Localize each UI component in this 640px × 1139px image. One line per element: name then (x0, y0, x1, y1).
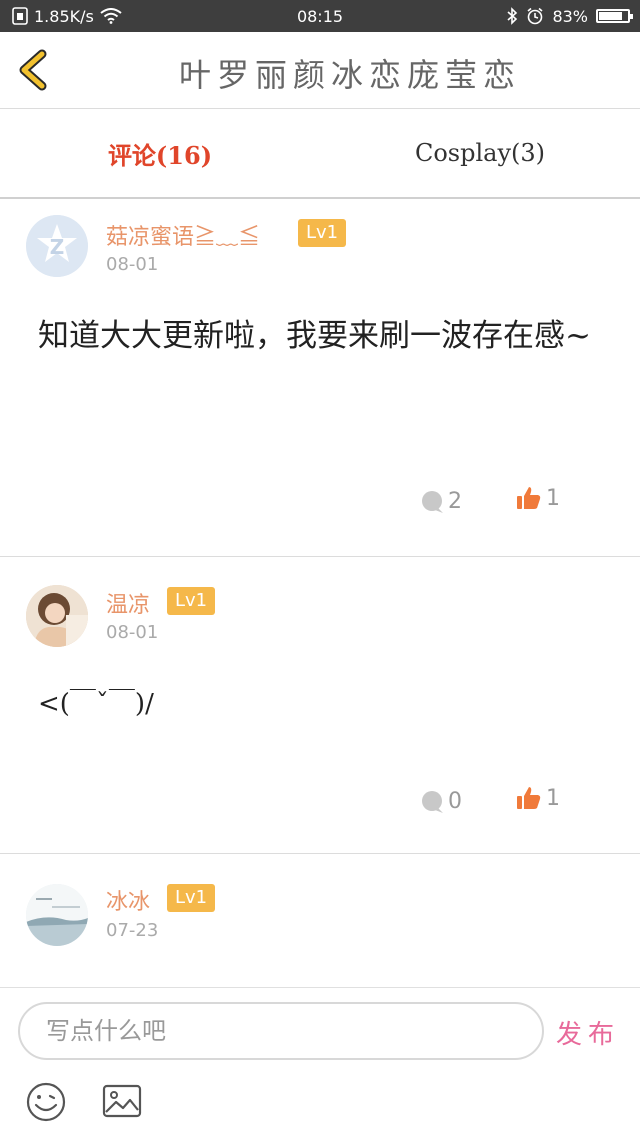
image-icon[interactable] (100, 1080, 144, 1124)
comment-text: 知道大大更新啦，我要来刷一波存在感~ (38, 318, 591, 354)
comment-item: Z 菇凉蜜语≧﹏≦ Lv1 08-01 知道大大更新啦，我要来刷一波存在感~ 2… (0, 199, 640, 557)
page-title: 叶罗丽颜冰恋庞莹恋 (178, 56, 521, 94)
battery-icon (596, 9, 633, 23)
reply-action[interactable]: 2 (420, 489, 462, 514)
reply-count: 2 (448, 489, 462, 514)
tab-cosplay[interactable]: Cosplay(3) (320, 109, 640, 197)
chevron-left-icon[interactable] (12, 46, 60, 94)
level-badge: Lv1 (167, 884, 216, 912)
comment-item: 温凉 Lv1 08-01 <(￣ˇ￣)/ 0 1 (0, 557, 640, 854)
thumbs-up-icon (517, 787, 541, 809)
bluetooth-icon (507, 7, 518, 25)
comment-composer: 发布 (0, 987, 640, 1139)
comment-date: 08-01 (106, 622, 159, 643)
battery-percent: 83% (552, 6, 588, 26)
comment-input[interactable] (18, 1002, 544, 1060)
svg-text:Z: Z (50, 235, 65, 259)
logo-avatar-icon: Z (26, 215, 88, 277)
like-action[interactable]: 1 (516, 785, 560, 811)
status-bar: 1.85K/s 08:15 83% (0, 0, 640, 32)
tab-bar: 评论(16) Cosplay(3) (0, 109, 640, 199)
avatar[interactable] (26, 585, 88, 647)
like-count: 1 (546, 785, 560, 811)
username[interactable]: 菇凉蜜语≧﹏≦ (106, 219, 260, 251)
level-badge: Lv1 (298, 219, 347, 247)
thumbs-up-icon (517, 487, 541, 509)
comment-list: Z 菇凉蜜语≧﹏≦ Lv1 08-01 知道大大更新啦，我要来刷一波存在感~ 2… (0, 199, 640, 987)
comment-item: 冰冰 Lv1 07-23 (0, 854, 640, 987)
comment-date: 08-01 (106, 254, 159, 275)
avatar[interactable]: Z (26, 215, 88, 277)
status-right: 83% (506, 0, 633, 32)
comment-date: 07-23 (106, 920, 159, 941)
girl-photo-avatar-icon (26, 585, 88, 647)
send-button[interactable]: 发布 (556, 1014, 620, 1051)
avatar[interactable] (26, 884, 88, 946)
reply-action[interactable]: 0 (420, 789, 462, 814)
username[interactable]: 冰冰 (106, 884, 150, 916)
like-count: 1 (546, 485, 560, 511)
smiley-icon[interactable] (24, 1080, 68, 1124)
app-header: 叶罗丽颜冰恋庞莹恋 (0, 32, 640, 109)
battery-fill (599, 12, 622, 20)
like-action[interactable]: 1 (516, 485, 560, 511)
reply-count: 0 (448, 789, 462, 814)
comment-bubble-icon (422, 490, 443, 513)
comment-text: <(￣ˇ￣)/ (38, 689, 154, 719)
comment-bubble-icon (422, 790, 443, 813)
alarm-icon (527, 7, 543, 25)
tab-comments[interactable]: 评论(16) (0, 109, 320, 197)
username[interactable]: 温凉 (106, 587, 150, 619)
level-badge: Lv1 (167, 587, 216, 615)
scenery-photo-avatar-icon (26, 884, 88, 946)
